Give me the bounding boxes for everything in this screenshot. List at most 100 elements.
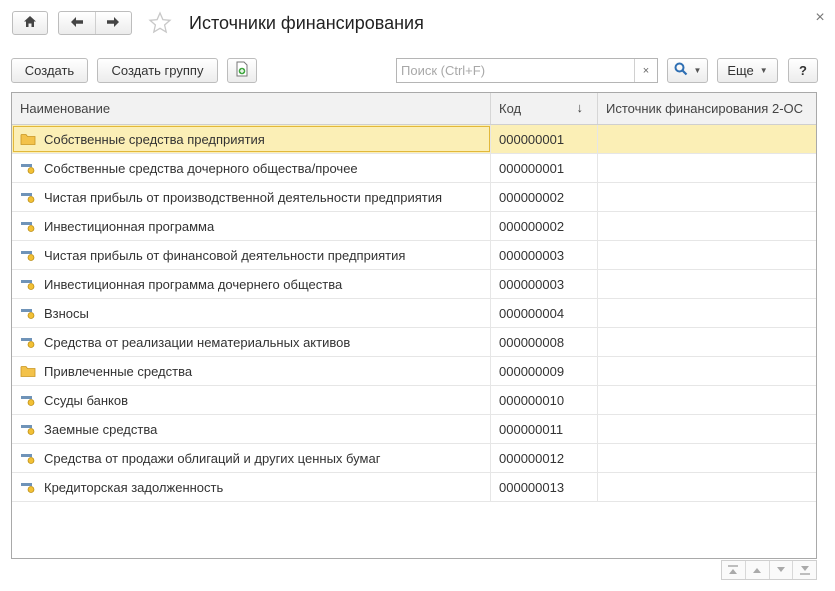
clear-icon: × — [642, 64, 650, 77]
source-cell[interactable] — [598, 473, 816, 501]
magnifier-icon — [674, 62, 688, 79]
code-cell[interactable]: 000000002 — [491, 212, 598, 240]
table-row[interactable]: Чистая прибыль от финансовой деятельност… — [12, 241, 816, 270]
name-cell[interactable]: Чистая прибыль от производственной деяте… — [12, 183, 491, 211]
more-button[interactable]: Еще ▼ — [717, 58, 778, 83]
source-cell[interactable] — [598, 328, 816, 356]
search-input[interactable] — [397, 59, 634, 82]
add-to-favorites-button[interactable] — [147, 10, 173, 37]
code-cell[interactable]: 000000010 — [491, 386, 598, 414]
table-row[interactable]: Инвестиционная программа 000000002 — [12, 212, 816, 241]
name-cell[interactable]: Собственные средства дочерного общества/… — [12, 154, 491, 182]
search-button[interactable]: ▼ — [667, 58, 708, 83]
catalog-item-icon — [20, 277, 36, 291]
copy-button[interactable] — [227, 58, 257, 83]
name-cell[interactable]: Инвестиционная программа дочернего общес… — [12, 270, 491, 298]
close-button[interactable]: × — [811, 9, 829, 27]
name-cell[interactable]: Инвестиционная программа — [12, 212, 491, 240]
copy-document-icon — [235, 61, 249, 80]
source-cell[interactable] — [598, 357, 816, 385]
name-text: Средства от реализации нематериальных ак… — [44, 334, 351, 350]
code-cell[interactable]: 000000008 — [491, 328, 598, 356]
table-header: Наименование Код ↓ Источник финансирован… — [12, 93, 816, 125]
source-cell[interactable] — [598, 154, 816, 182]
scroll-to-bottom-button[interactable] — [792, 561, 816, 579]
catalog-item-icon — [20, 480, 36, 494]
scroll-to-top-button[interactable] — [722, 561, 745, 579]
table-row[interactable]: Взносы 000000004 — [12, 299, 816, 328]
table-row[interactable]: Чистая прибыль от производственной деяте… — [12, 183, 816, 212]
code-cell[interactable]: 000000013 — [491, 473, 598, 501]
code-cell[interactable]: 000000011 — [491, 415, 598, 443]
scroll-up-icon — [751, 563, 763, 578]
scroll-to-top-icon — [727, 563, 739, 578]
name-text: Чистая прибыль от производственной деяте… — [44, 189, 443, 205]
table-row[interactable]: Собственные средства предприятия 00000000… — [12, 125, 816, 154]
home-button[interactable] — [12, 11, 48, 35]
table-row[interactable]: Средства от продажи облигаций и других ц… — [12, 444, 816, 473]
name-cell[interactable]: Ссуды банков — [12, 386, 491, 414]
scroll-down-button[interactable] — [768, 561, 793, 579]
name-text: Собственные средства предприятия — [44, 131, 265, 147]
code-cell[interactable]: 000000002 — [491, 183, 598, 211]
source-cell[interactable] — [598, 125, 816, 153]
code-cell[interactable]: 000000001 — [491, 125, 598, 153]
more-button-label: Еще — [727, 63, 754, 78]
chevron-down-icon: ▼ — [693, 66, 702, 75]
source-cell[interactable] — [598, 444, 816, 472]
column-header-name[interactable]: Наименование — [12, 93, 491, 124]
catalog-item-icon — [20, 248, 36, 262]
catalog-item-icon — [20, 451, 36, 465]
name-cell[interactable]: Чистая прибыль от финансовой деятельност… — [12, 241, 491, 269]
catalog-item-icon — [20, 422, 36, 436]
name-text: Заемные средства — [44, 421, 158, 437]
name-cell[interactable]: Привлеченные средства — [12, 357, 491, 385]
source-cell[interactable] — [598, 212, 816, 240]
data-table: Наименование Код ↓ Источник финансирован… — [11, 92, 817, 559]
code-cell[interactable]: 000000012 — [491, 444, 598, 472]
create-button[interactable]: Создать — [11, 58, 88, 83]
catalog-item-icon — [20, 393, 36, 407]
name-cell[interactable]: Собственные средства предприятия — [12, 125, 491, 153]
table-row[interactable]: Ссуды банков 000000010 — [12, 386, 816, 415]
source-cell[interactable] — [598, 415, 816, 443]
name-cell[interactable]: Заемные средства — [12, 415, 491, 443]
forward-button[interactable] — [94, 12, 132, 34]
search-box: × — [396, 58, 658, 83]
back-button[interactable] — [59, 12, 95, 34]
source-cell[interactable] — [598, 386, 816, 414]
column-header-code[interactable]: Код ↓ — [491, 93, 598, 124]
page-title: Источники финансирования — [189, 13, 424, 33]
code-cell[interactable]: 000000004 — [491, 299, 598, 327]
name-cell[interactable]: Взносы — [12, 299, 491, 327]
catalog-item-icon — [20, 219, 36, 233]
name-cell[interactable]: Кредиторская задолженность — [12, 473, 491, 501]
arrow-left-icon — [70, 16, 84, 31]
table-row[interactable]: Заемные средства 000000011 — [12, 415, 816, 444]
source-cell[interactable] — [598, 270, 816, 298]
table-row[interactable]: Привлеченные средства 000000009 — [12, 357, 816, 386]
code-cell[interactable]: 000000003 — [491, 270, 598, 298]
name-cell[interactable]: Средства от продажи облигаций и других ц… — [12, 444, 491, 472]
sort-descending-icon: ↓ — [576, 100, 584, 115]
table-row[interactable]: Кредиторская задолженность 000000013 — [12, 473, 816, 502]
name-cell[interactable]: Средства от реализации нематериальных ак… — [12, 328, 491, 356]
help-button[interactable]: ? — [788, 58, 818, 83]
column-header-source[interactable]: Источник финансирования 2-ОС — [598, 93, 816, 124]
code-cell[interactable]: 000000001 — [491, 154, 598, 182]
source-cell[interactable] — [598, 299, 816, 327]
code-cell[interactable]: 000000009 — [491, 357, 598, 385]
table-row[interactable]: Собственные средства дочерного общества/… — [12, 154, 816, 183]
code-cell[interactable]: 000000003 — [491, 241, 598, 269]
search-clear-button[interactable]: × — [634, 59, 657, 82]
source-cell[interactable] — [598, 183, 816, 211]
name-text: Чистая прибыль от финансовой деятельност… — [44, 247, 406, 263]
table-row[interactable]: Средства от реализации нематериальных ак… — [12, 328, 816, 357]
source-cell[interactable] — [598, 241, 816, 269]
name-text: Кредиторская задолженность — [44, 479, 224, 495]
table-row[interactable]: Инвестиционная программа дочернего общес… — [12, 270, 816, 299]
scroll-up-button[interactable] — [744, 561, 769, 579]
catalog-item-icon — [20, 161, 36, 175]
create-group-button[interactable]: Создать группу — [97, 58, 218, 83]
column-header-code-label: Код — [499, 101, 522, 116]
